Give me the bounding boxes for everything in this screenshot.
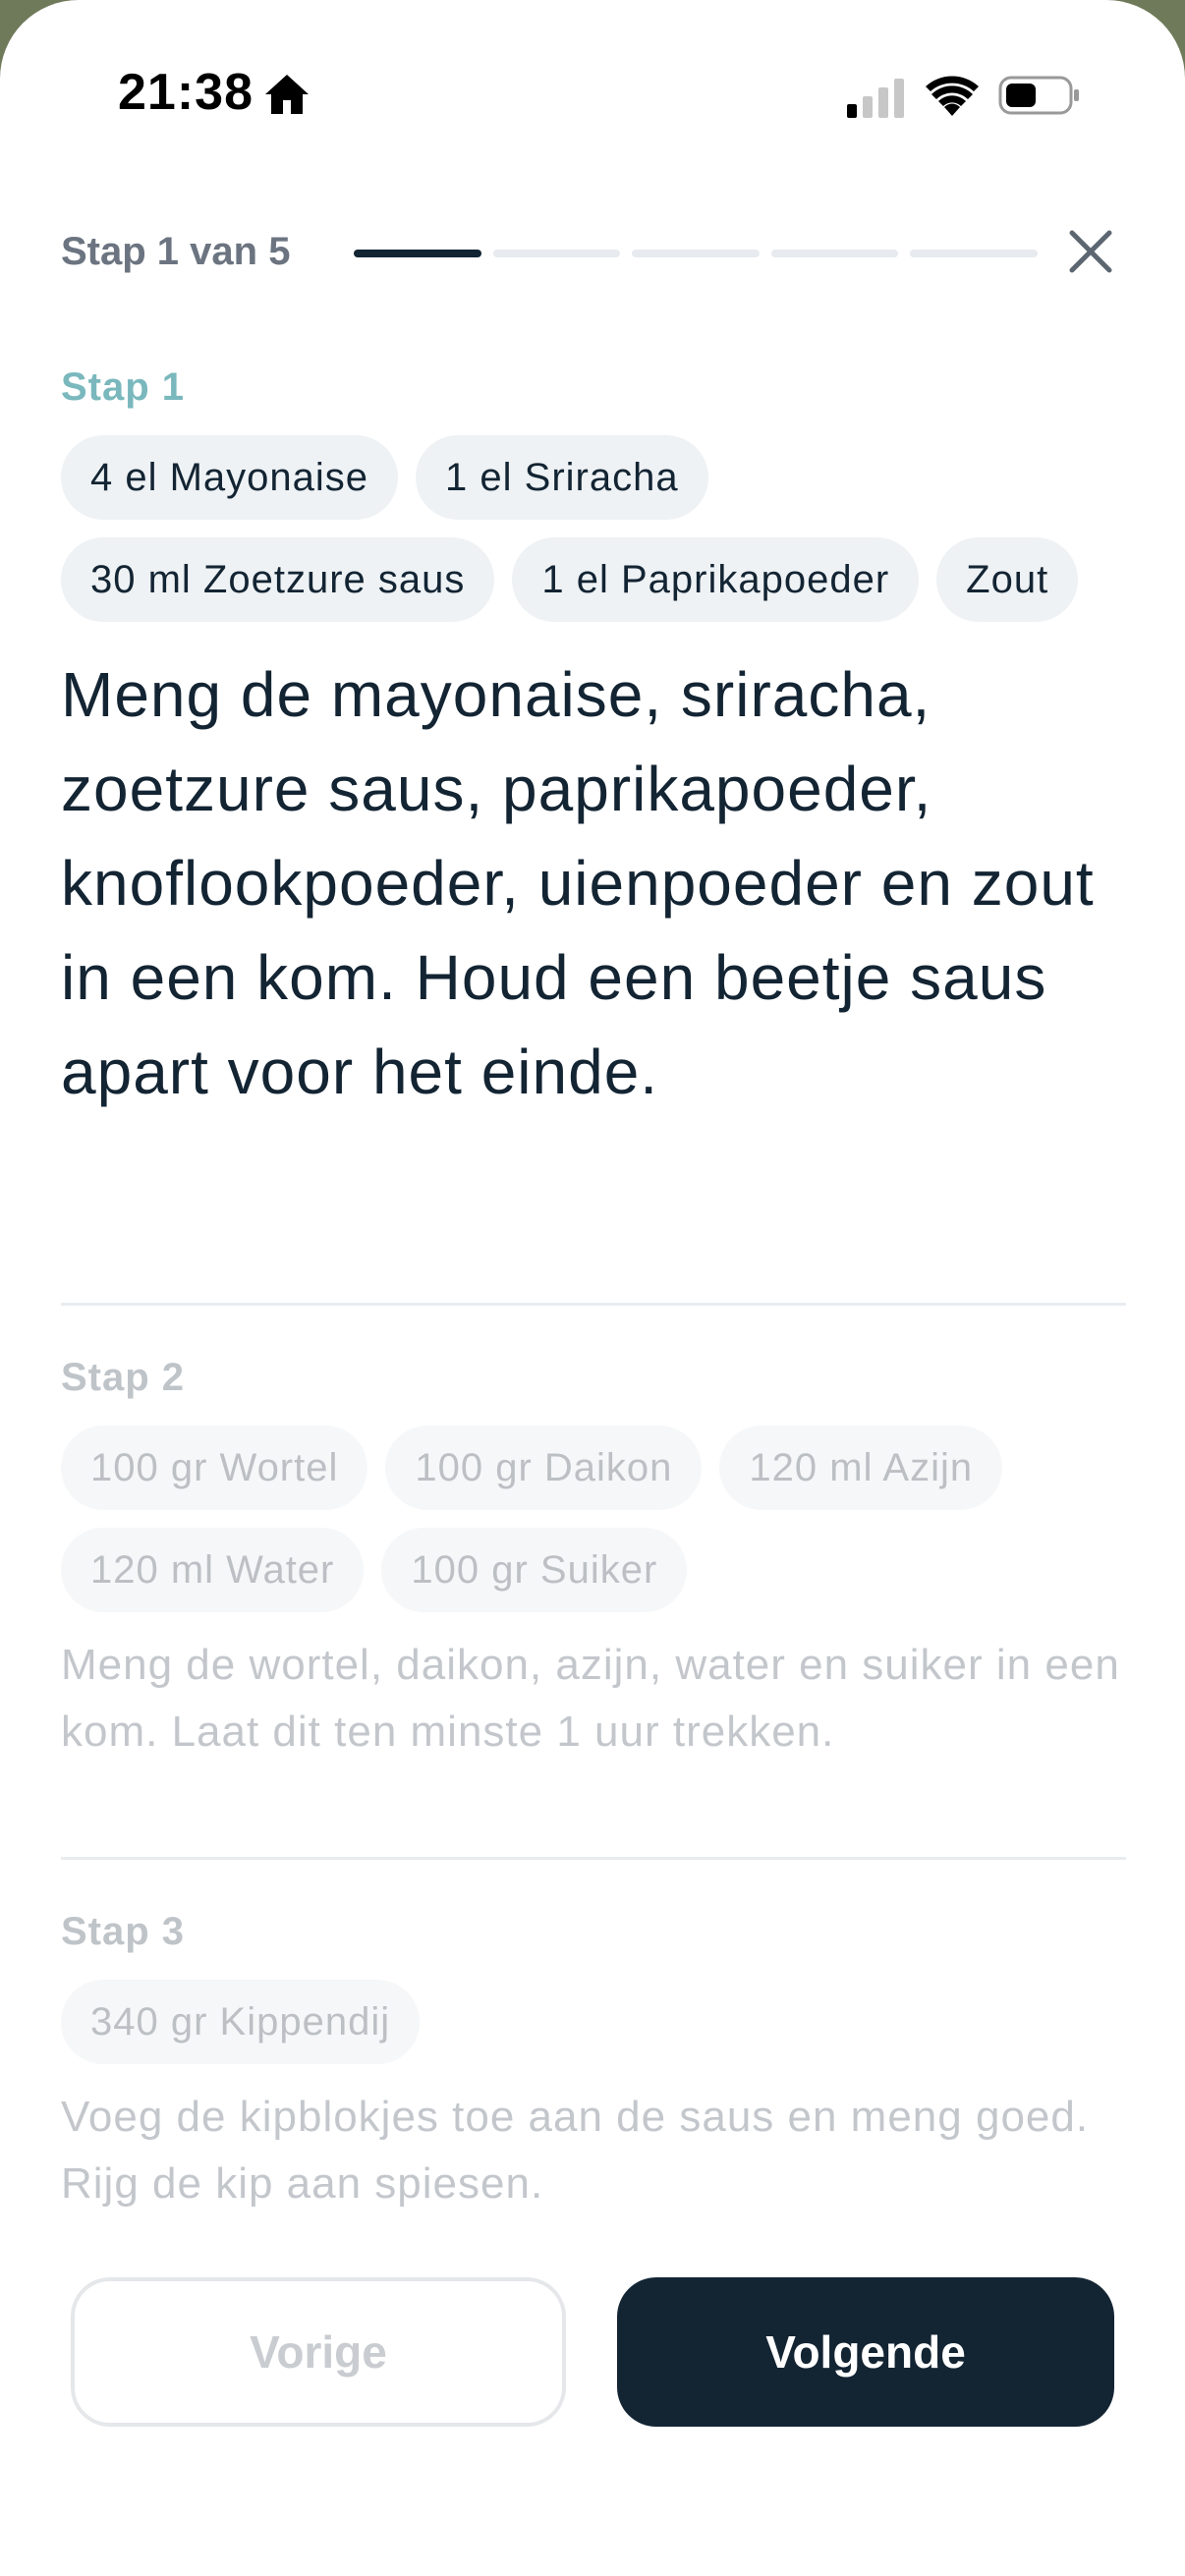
ingredient-chip: 30 ml Zoetzure saus	[61, 537, 495, 622]
step-2[interactable]: Stap 2 100 gr Wortel 100 gr Daikon 120 m…	[61, 1356, 1128, 1765]
cellular-signal-icon	[847, 79, 904, 118]
ingredient-chip: 100 gr Wortel	[61, 1426, 368, 1510]
home-icon	[265, 75, 309, 114]
ingredient-chip: 340 gr Kippendij	[61, 1980, 421, 2064]
step-counter: Stap 1 van 5	[61, 230, 291, 273]
ingredient-chip: 120 ml Azijn	[719, 1426, 1003, 1510]
battery-icon	[998, 76, 1079, 115]
step-label: Stap 1	[61, 365, 186, 409]
ingredient-chips: 100 gr Wortel 100 gr Daikon 120 ml Azijn…	[61, 1426, 1128, 1612]
step-label: Stap 3	[61, 1910, 186, 1953]
ingredient-chip: 120 ml Water	[61, 1528, 365, 1612]
ingredient-chip: 1 el Sriracha	[416, 435, 708, 520]
step-description: Meng de mayonaise, sriracha, zoetzure sa…	[61, 659, 1095, 1107]
close-icon	[1069, 230, 1112, 273]
step-description: Voeg de kipblokjes toe aan de saus en me…	[61, 2093, 1090, 2208]
previous-button[interactable]: Vorige	[71, 2277, 566, 2427]
status-bar: 21:38	[0, 0, 1185, 187]
next-button[interactable]: Volgende	[617, 2277, 1114, 2427]
ingredient-chip: 1 el Paprikapoeder	[512, 537, 920, 622]
step-divider	[61, 1303, 1126, 1306]
close-button[interactable]	[1065, 226, 1116, 277]
wifi-icon	[926, 76, 979, 116]
ingredient-chip: 100 gr Suiker	[381, 1528, 688, 1612]
ingredient-chip: Zout	[936, 537, 1079, 622]
step-description: Meng de wortel, daikon, azijn, water en …	[61, 1641, 1120, 1756]
recipe-steps-sheet: 21:38 Stap 1 van 5 Stap 1 4 el Mayonaise…	[0, 0, 1185, 2576]
step-1: Stap 1 4 el Mayonaise 1 el Sriracha 30 m…	[61, 365, 1128, 1119]
progress-segment	[632, 250, 760, 257]
step-label: Stap 2	[61, 1356, 186, 1399]
progress-segment	[492, 250, 621, 257]
ingredient-chip: 4 el Mayonaise	[61, 435, 399, 520]
progress-segment	[770, 250, 899, 257]
step-3[interactable]: Stap 3 340 gr Kippendij Voeg de kipblokj…	[61, 1910, 1128, 2217]
step-divider	[61, 1857, 1126, 1860]
ingredient-chip: 100 gr Daikon	[385, 1426, 703, 1510]
ingredient-chips: 340 gr Kippendij	[61, 1980, 1128, 2064]
progress-segment	[910, 250, 1038, 257]
ingredient-chips: 4 el Mayonaise 1 el Sriracha 30 ml Zoetz…	[61, 435, 1128, 622]
progress-segment	[354, 250, 481, 257]
progress-bar	[354, 250, 1038, 257]
status-time: 21:38	[118, 64, 254, 121]
